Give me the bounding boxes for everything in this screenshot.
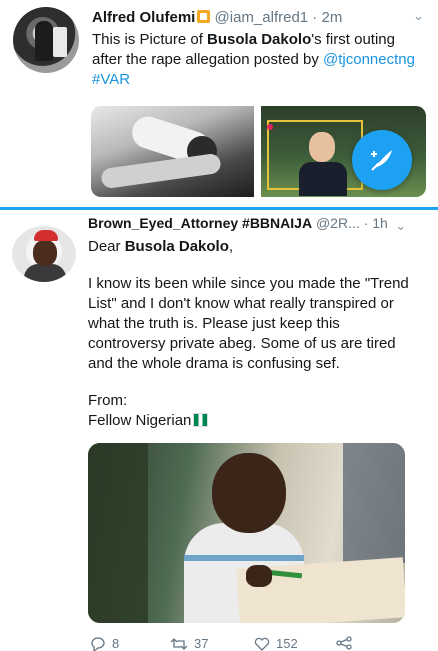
tweet-greeting: Dear Busola Dakolo,	[88, 238, 233, 255]
avatar[interactable]	[13, 7, 79, 73]
tweet-header: Alfred Olufemi @iam_alfred1 · 2m	[92, 9, 342, 26]
retweet-button[interactable]: 37	[170, 636, 208, 651]
photo-shape	[212, 453, 286, 533]
like-count: 152	[276, 636, 298, 651]
tweet-actions: 8 37 152	[88, 636, 418, 651]
tweet-header: Brown_Eyed_Attorney #BBNAIJA @2R... · 1h	[88, 215, 388, 231]
timestamp[interactable]: 2m	[321, 9, 342, 26]
chevron-down-icon[interactable]: ⌄	[413, 8, 424, 24]
compose-feather-icon	[371, 150, 392, 171]
hashtag-link[interactable]: #VAR	[92, 71, 130, 88]
photo-shape	[267, 124, 273, 130]
avatar[interactable]	[12, 226, 76, 282]
tweet-text-part: This is Picture of	[92, 31, 208, 48]
share-icon	[336, 636, 352, 650]
photo-shape	[100, 152, 222, 190]
photo-shape	[88, 443, 148, 623]
avatar-figure	[24, 264, 66, 282]
photo-shape	[343, 443, 405, 563]
signoff-line: Fellow Nigerian	[88, 411, 209, 431]
reply-count: 8	[112, 636, 120, 651]
greeting-part: ,	[228, 238, 234, 255]
instagram-badge-icon	[197, 10, 211, 23]
photo-shape	[246, 565, 272, 587]
avatar-figure	[33, 240, 57, 266]
from-label: From:	[88, 392, 128, 409]
heart-icon	[254, 637, 270, 651]
separator: ·	[359, 215, 373, 231]
separator: ·	[308, 9, 322, 26]
reply-button[interactable]: 8	[90, 636, 119, 651]
media-image-1[interactable]	[91, 106, 254, 197]
photo-shape	[299, 162, 347, 196]
signoff-text: Fellow Nigerian	[88, 412, 192, 429]
tweet-1[interactable]: Alfred Olufemi @iam_alfred1 · 2m ⌄ This …	[0, 0, 438, 205]
media-image[interactable]	[88, 443, 405, 623]
author-name[interactable]: Brown_Eyed_Attorney #BBNAIJA	[88, 215, 312, 231]
avatar-figure	[34, 230, 58, 241]
avatar-figure	[53, 27, 67, 57]
photo-shape	[309, 132, 335, 162]
reply-icon	[91, 636, 105, 651]
compose-tweet-button[interactable]	[352, 130, 412, 190]
nigeria-flag-icon	[193, 413, 209, 427]
greeting-part: Dear	[88, 238, 125, 255]
highlighted-name: Busola Dakolo	[207, 31, 312, 48]
retweet-count: 37	[194, 636, 209, 651]
highlighted-name: Busola Dakolo	[124, 238, 229, 255]
tweet-signoff: From: Fellow Nigerian	[88, 391, 209, 431]
author-handle[interactable]: @2R...	[316, 215, 360, 231]
avatar-figure	[35, 21, 53, 61]
author-handle[interactable]: @iam_alfred1	[215, 9, 309, 26]
tweet-text: This is Picture of Busola Dakolo's first…	[92, 30, 428, 90]
timestamp[interactable]: 1h	[372, 215, 388, 231]
share-button[interactable]	[336, 636, 352, 650]
retweet-icon	[170, 637, 188, 650]
chevron-down-icon[interactable]: ⌄	[395, 218, 406, 234]
like-button[interactable]: 152	[254, 636, 298, 651]
tweet-text: I know its been while since you made the…	[88, 275, 409, 372]
photo-shape	[184, 555, 304, 561]
author-name[interactable]: Alfred Olufemi	[92, 9, 195, 26]
mention-link[interactable]: @tjconnectng	[323, 51, 415, 68]
